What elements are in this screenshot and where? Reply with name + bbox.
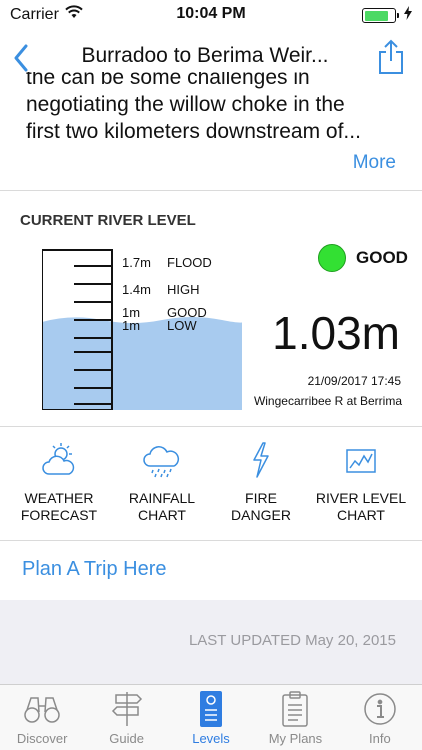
rainfall-chart-button[interactable]: RAINFALL CHART <box>107 428 217 524</box>
tool-label-line: CHART <box>337 507 385 523</box>
tab-label: Discover <box>16 731 68 746</box>
tool-label-line: RIVER LEVEL <box>315 490 407 506</box>
rainfall-chart-icon <box>143 446 180 478</box>
description-line: negotiating the willow choke in the <box>26 93 345 116</box>
chevron-left-icon <box>14 44 28 72</box>
binoculars-icon <box>24 697 60 723</box>
tool-label-line: RAINFALL <box>128 490 196 506</box>
marker-label-flood: FLOOD <box>167 255 212 270</box>
tab-discover[interactable]: Discover <box>0 685 84 750</box>
clipboard-icon <box>282 691 309 727</box>
tool-label-line: CHART <box>138 507 186 523</box>
tab-levels[interactable]: Levels <box>169 685 253 750</box>
back-button[interactable] <box>8 40 34 76</box>
tool-label-line: WEATHER <box>24 490 94 506</box>
current-river-level-heading: CURRENT RIVER LEVEL <box>20 212 196 229</box>
tool-label-line: FIRE <box>245 490 277 506</box>
more-link[interactable]: More <box>353 152 396 174</box>
plan-trip-link[interactable]: Plan A Trip Here <box>22 558 167 581</box>
battery-status <box>362 6 412 25</box>
status-indicator-dot <box>318 244 346 272</box>
river-level-gauge: 1.7m FLOOD 1.4m HIGH 1m GOOD 1m LOW <box>42 249 242 410</box>
page-title: Burradoo to Berima Weir... <box>81 44 329 67</box>
weather-forecast-button[interactable]: WEATHER FORECAST <box>4 428 114 524</box>
divider <box>0 426 422 427</box>
info-icon <box>364 693 396 725</box>
tab-bar: Discover Guide Levels My Plans Info <box>0 684 422 750</box>
tab-label: My Plans <box>268 731 323 746</box>
tab-label: Levels <box>192 731 230 746</box>
tab-label: Info <box>368 731 391 746</box>
fire-danger-button[interactable]: FIRE DANGER <box>206 428 316 524</box>
description-line: the can be some challenges in <box>26 72 310 89</box>
battery-icon <box>362 8 399 23</box>
divider <box>0 540 422 541</box>
divider <box>0 190 422 191</box>
marker-value-high: 1.4m <box>122 282 151 297</box>
trip-description: the can be some challenges in negotiatin… <box>26 72 406 148</box>
water-level-fill <box>42 317 242 410</box>
tool-label-line: FORECAST <box>20 507 98 523</box>
status-label: GOOD <box>356 248 408 267</box>
marker-value-flood: 1.7m <box>122 255 151 270</box>
fire-danger-icon <box>253 442 269 478</box>
marker-label-high: HIGH <box>167 282 200 297</box>
marker-label-low: LOW <box>167 318 197 333</box>
river-level-chart-button[interactable]: RIVER LEVEL CHART <box>306 428 416 524</box>
status-time: 10:04 PM <box>176 5 246 22</box>
share-icon <box>379 39 403 74</box>
reading-timestamp: 21/09/2017 17:45 <box>307 374 401 388</box>
signpost-icon <box>111 692 142 726</box>
weather-forecast-icon <box>42 443 75 475</box>
last-updated-text: LAST UPDATED May 20, 2015 <box>188 632 396 649</box>
current-level-reading: 1.03m <box>272 307 400 359</box>
battery-level <box>364 10 388 21</box>
tab-my-plans[interactable]: My Plans <box>253 685 337 750</box>
tools-row: WEATHER FORECAST RAINFALL CHART FIRE DAN… <box>0 428 422 538</box>
tab-label: Guide <box>109 731 144 746</box>
gauge-station-name: Wingecarribee R at Berrima <box>253 394 402 408</box>
status-bar: Carrier 10:04 PM <box>0 0 422 30</box>
tab-guide[interactable]: Guide <box>84 685 168 750</box>
marker-value-low: 1m <box>122 318 140 333</box>
tool-label-line: DANGER <box>231 507 291 523</box>
level-gauge-icon <box>200 691 223 727</box>
charging-bolt-icon <box>404 6 412 25</box>
level-status: GOOD <box>318 244 408 272</box>
river-level-chart-icon <box>346 449 376 473</box>
tab-info[interactable]: Info <box>338 685 422 750</box>
description-line: first two kilometers downstream of... <box>26 120 361 143</box>
footer-area: LAST UPDATED May 20, 2015 <box>0 600 422 684</box>
